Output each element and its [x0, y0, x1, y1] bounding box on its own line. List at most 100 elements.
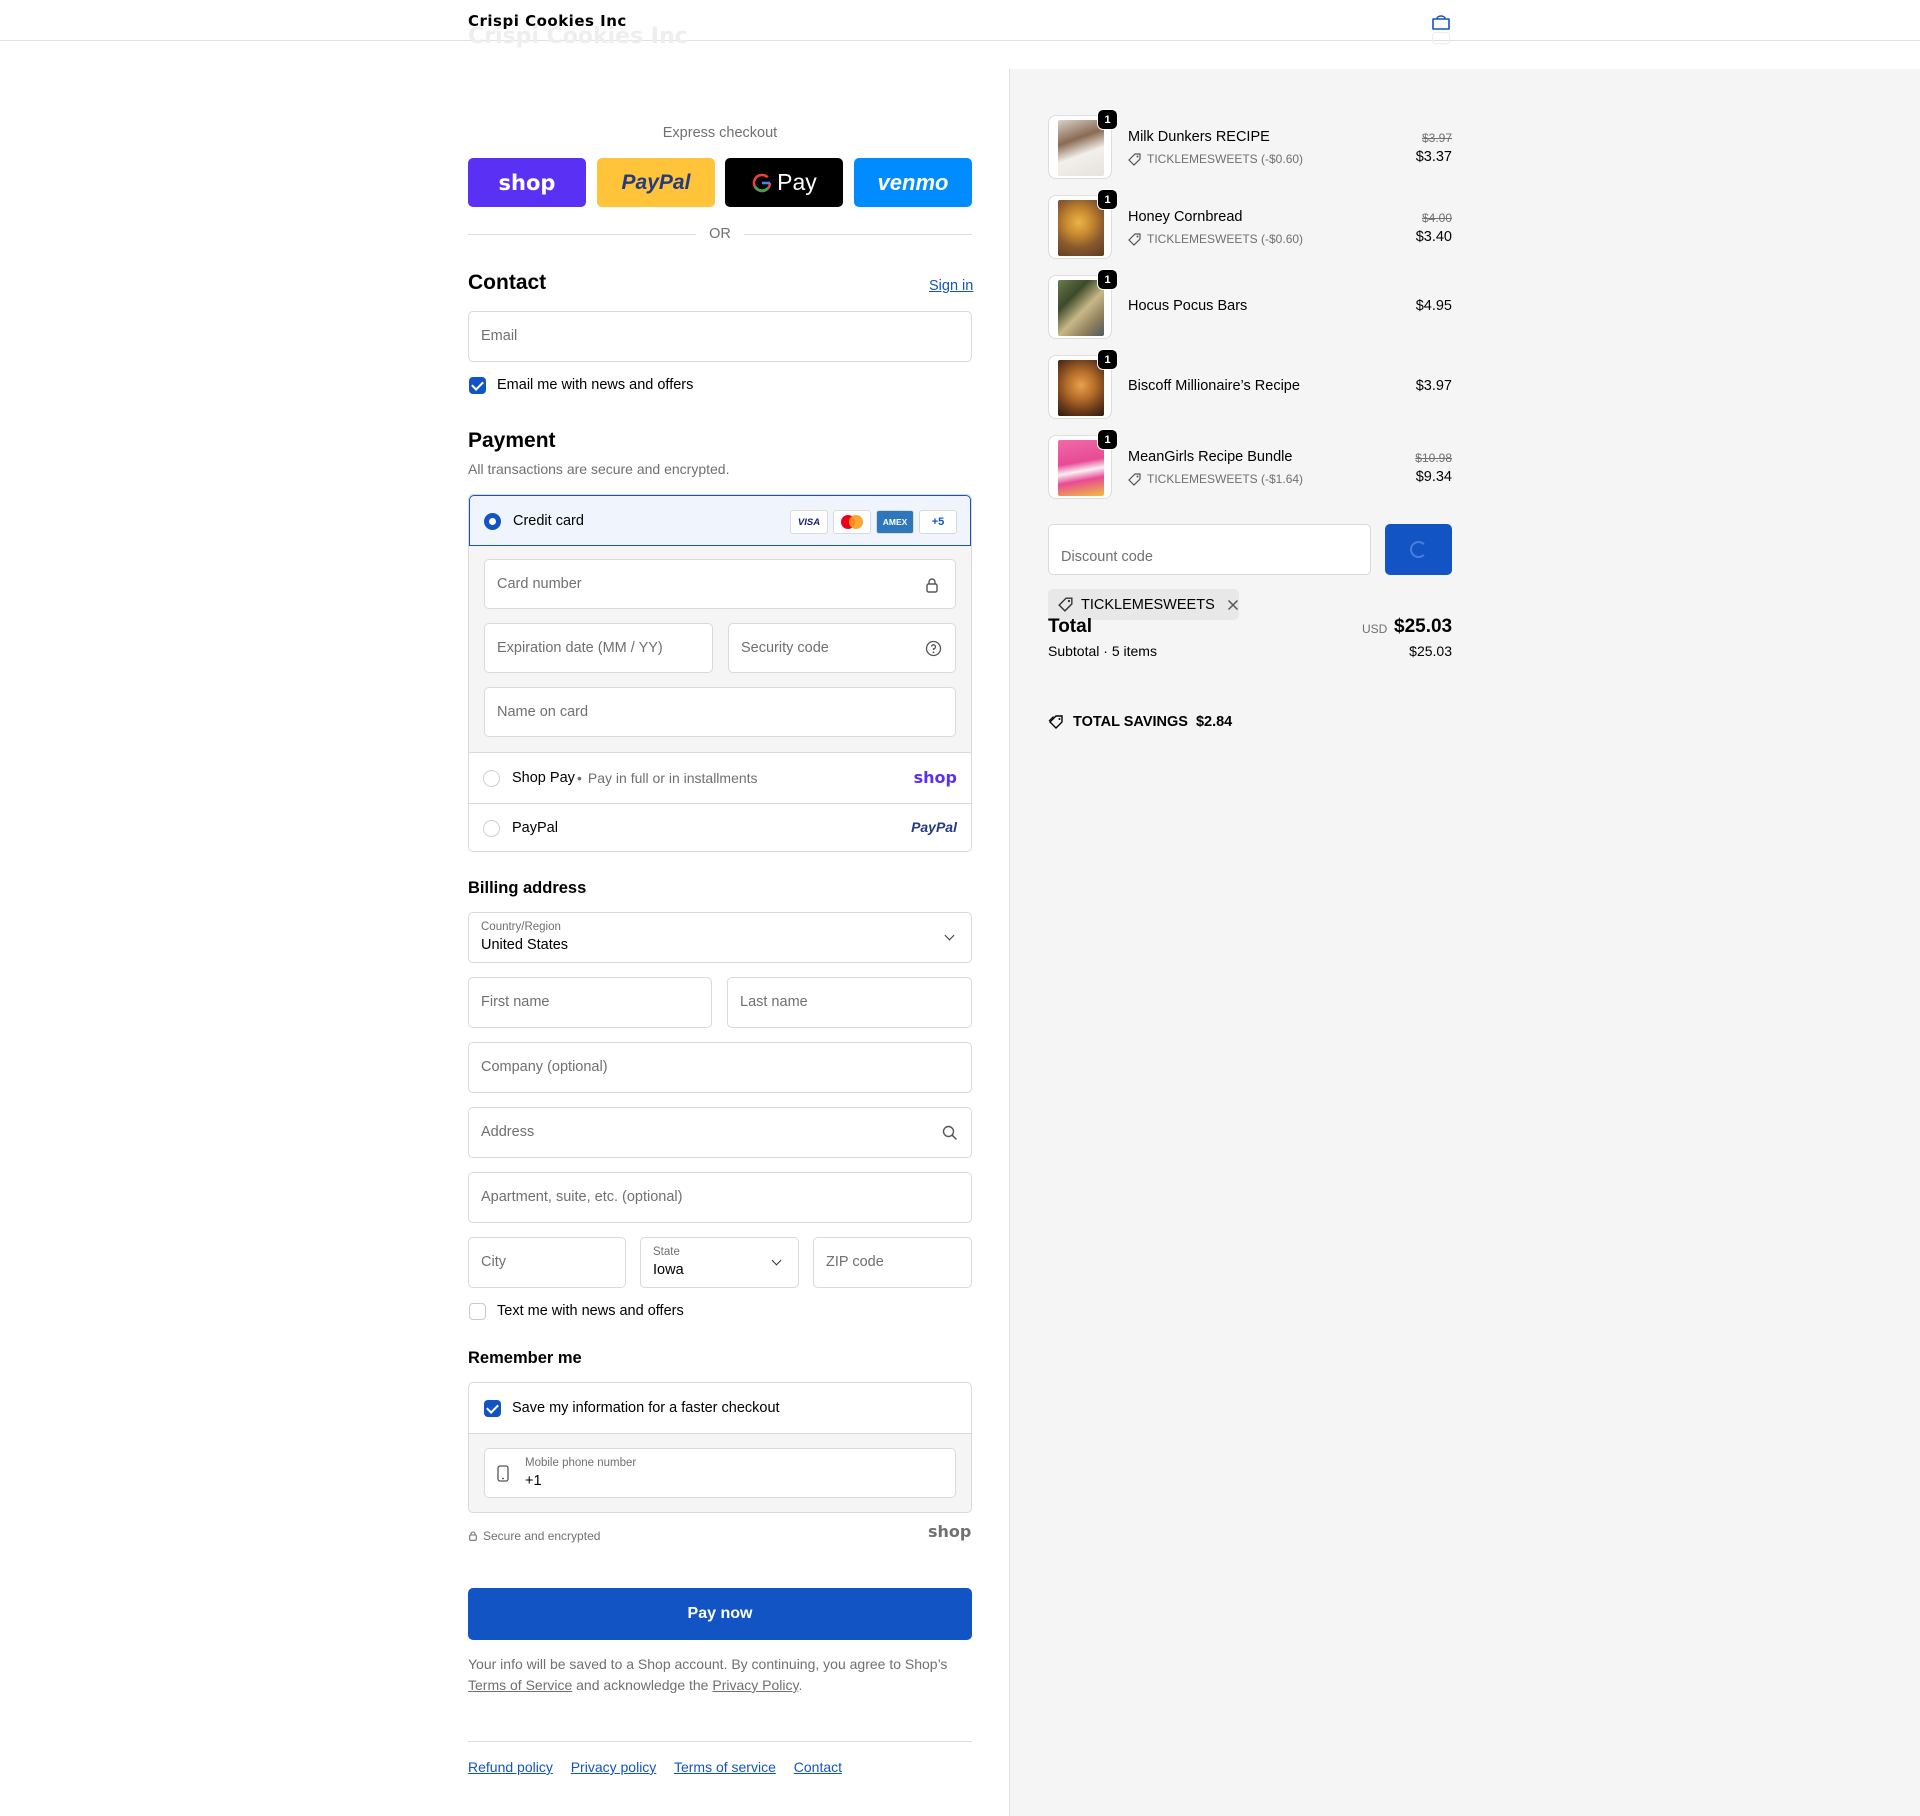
last-name-placeholder: Last name [740, 994, 808, 1010]
cart-item: 1 Biscoff Millionaire’s Recipe $3.97 [1048, 349, 1452, 419]
tag-icon [1058, 597, 1073, 612]
paypal-logo-text: PayPal [621, 170, 691, 194]
shop-logo: shop [498, 170, 556, 195]
item-price: $9.34 [1415, 469, 1452, 485]
venmo-logo: venmo [877, 169, 949, 195]
cart-ghost-icon [1432, 32, 1450, 44]
credit-card-label: Credit card [513, 513, 584, 529]
contact-link[interactable]: Contact [794, 1759, 842, 1775]
payment-heading: Payment [468, 429, 556, 452]
last-name-field[interactable]: Last name [727, 977, 972, 1028]
legal-text: Your info will be saved to a Shop accoun… [468, 1654, 972, 1696]
state-select[interactable]: State Iowa [640, 1237, 799, 1288]
total-label: Total [1048, 616, 1092, 637]
lock-icon [926, 578, 938, 593]
remember-phone-area: Mobile phone number +1 [469, 1433, 971, 1512]
shop-pay-express-button[interactable]: shop [468, 158, 586, 207]
privacy-policy-link[interactable]: Privacy Policy [712, 1677, 798, 1693]
shop-pay-sub: • Pay in full or in installments [577, 770, 758, 786]
name-on-card-field[interactable]: Name on card [484, 687, 956, 737]
original-price: $3.97 [1421, 131, 1452, 145]
text-me-checkbox[interactable] [469, 1303, 486, 1320]
card-number-field[interactable]: Card number [484, 559, 956, 609]
discount-label: TICKLEMESWEETS (-$1.64) [1147, 472, 1304, 486]
item-name: Biscoff Millionaire’s Recipe [1128, 378, 1300, 394]
terms-of-service-footer-link[interactable]: Terms of service [674, 1759, 776, 1775]
city-field[interactable]: City [468, 1237, 626, 1288]
refund-policy-link[interactable]: Refund policy [468, 1759, 553, 1775]
company-field[interactable]: Company (optional) [468, 1042, 972, 1093]
legal-text-1: Your info will be saved to a Shop accoun… [468, 1656, 948, 1672]
loading-spinner-icon [1410, 541, 1427, 558]
sign-in-link[interactable]: Sign in [929, 278, 973, 294]
or-divider: OR [468, 224, 972, 244]
bullet: • [577, 770, 582, 786]
pay-now-button[interactable]: Pay now [468, 1588, 972, 1640]
original-price: $10.98 [1415, 451, 1452, 465]
security-code-placeholder: Security code [741, 640, 829, 656]
item-price: $3.37 [1415, 149, 1452, 165]
email-placeholder: Email [481, 328, 518, 344]
quantity-badge: 1 [1097, 429, 1118, 450]
shop-pay-option[interactable]: Shop Pay • Pay in full or in installments… [469, 753, 971, 803]
billing-heading: Billing address [468, 879, 587, 897]
paypal-logo: PayPal [622, 171, 691, 195]
shop-pay-radio[interactable] [483, 770, 500, 787]
apartment-field[interactable]: Apartment, suite, etc. (optional) [468, 1172, 972, 1223]
state-label: State [653, 1246, 680, 1258]
original-price: $4.00 [1421, 211, 1452, 225]
footer-links: Refund policy Privacy policy Terms of se… [468, 1759, 856, 1775]
item-price: $3.97 [1415, 378, 1452, 394]
company-placeholder: Company (optional) [481, 1059, 608, 1075]
mobile-phone-field[interactable]: Mobile phone number +1 [484, 1448, 956, 1498]
legal-text-3: . [798, 1677, 803, 1693]
apply-discount-button[interactable] [1385, 524, 1452, 575]
search-icon [942, 1125, 958, 1141]
phone-icon [497, 1465, 509, 1482]
first-name-field[interactable]: First name [468, 977, 712, 1028]
expiration-field[interactable]: Expiration date (MM / YY) [484, 623, 713, 673]
cart-item: 1 MeanGirls Recipe Bundle TICKLEMESWEETS… [1048, 429, 1452, 499]
cart-icon[interactable] [1430, 13, 1452, 31]
privacy-policy-footer-link[interactable]: Privacy policy [571, 1759, 657, 1775]
newsletter-checkbox[interactable] [469, 377, 486, 394]
payment-methods: Credit card VISA AMEX +5 Card number Exp… [468, 494, 972, 852]
name-on-card-placeholder: Name on card [497, 704, 589, 720]
email-field[interactable]: Email [468, 311, 972, 362]
help-circle-icon[interactable] [925, 640, 942, 657]
first-name-placeholder: First name [481, 994, 550, 1010]
credit-card-option[interactable]: Credit card VISA AMEX +5 [469, 495, 971, 546]
card-number-placeholder: Card number [497, 576, 582, 592]
address-field[interactable]: Address [468, 1107, 972, 1158]
save-info-checkbox[interactable] [484, 1400, 501, 1417]
mastercard-icon [833, 510, 871, 534]
discount-code-field[interactable]: Discount code [1048, 524, 1371, 575]
google-pay-express-button[interactable]: Pay [725, 158, 843, 207]
secure-note: Secure and encrypted [469, 1529, 600, 1543]
savings-label: TOTAL SAVINGS [1073, 714, 1188, 730]
visa-icon: VISA [790, 510, 828, 534]
quantity-badge: 1 [1097, 269, 1118, 290]
paypal-express-button[interactable]: PayPal [597, 158, 715, 207]
remember-heading: Remember me [468, 1349, 582, 1367]
close-icon[interactable] [1227, 599, 1239, 611]
paypal-label: PayPal [512, 820, 558, 836]
text-me-label: Text me with news and offers [497, 1303, 684, 1319]
paypal-radio[interactable] [483, 820, 500, 837]
terms-of-service-link[interactable]: Terms of Service [468, 1677, 572, 1693]
country-select[interactable]: Country/Region United States [468, 912, 972, 963]
security-code-field[interactable]: Security code [728, 623, 956, 673]
credit-card-radio[interactable] [484, 513, 501, 530]
gpay-label: Pay [777, 169, 817, 195]
venmo-express-button[interactable]: venmo [854, 158, 972, 207]
zip-field[interactable]: ZIP code [813, 1237, 972, 1288]
zip-placeholder: ZIP code [826, 1254, 884, 1270]
paypal-logo: PayPal [911, 819, 957, 835]
currency-label: USD [1362, 622, 1388, 636]
item-price: $4.95 [1415, 298, 1452, 314]
lock-icon [469, 1531, 477, 1541]
item-discount: TICKLEMESWEETS (-$1.64) [1128, 472, 1303, 486]
item-discount: TICKLEMESWEETS (-$0.60) [1128, 152, 1303, 166]
state-value: Iowa [653, 1262, 684, 1278]
paypal-option[interactable]: PayPal PayPal [469, 803, 971, 851]
